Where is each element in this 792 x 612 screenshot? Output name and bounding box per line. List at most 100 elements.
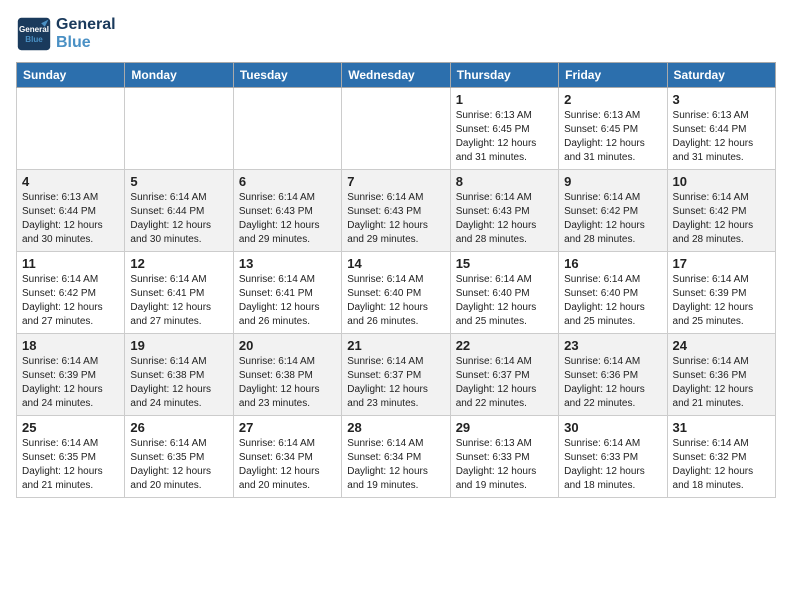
calendar-cell: 14 Sunrise: 6:14 AM Sunset: 6:40 PM Dayli…	[342, 252, 450, 334]
day-number: 28	[347, 420, 444, 435]
day-info: Sunrise: 6:14 AM Sunset: 6:35 PM Dayligh…	[130, 437, 227, 493]
day-info: Sunrise: 6:14 AM Sunset: 6:36 PM Dayligh…	[673, 355, 770, 411]
logo-text: General Blue	[56, 16, 116, 52]
calendar-cell: 20 Sunrise: 6:14 AM Sunset: 6:38 PM Dayli…	[233, 334, 341, 416]
day-number: 17	[673, 256, 770, 271]
day-number: 20	[239, 338, 336, 353]
calendar-cell: 5 Sunrise: 6:14 AM Sunset: 6:44 PM Daylig…	[125, 170, 233, 252]
day-number: 30	[564, 420, 661, 435]
calendar-week-row: 4 Sunrise: 6:13 AM Sunset: 6:44 PM Daylig…	[17, 170, 776, 252]
day-number: 22	[456, 338, 553, 353]
day-info: Sunrise: 6:14 AM Sunset: 6:37 PM Dayligh…	[347, 355, 444, 411]
calendar-cell: 17 Sunrise: 6:14 AM Sunset: 6:39 PM Dayli…	[667, 252, 775, 334]
calendar-week-row: 11Sunrise: 6:14 AM Sunset: 6:42 PM Dayli…	[17, 252, 776, 334]
day-number: 21	[347, 338, 444, 353]
day-number: 10	[673, 174, 770, 189]
calendar-header-row: SundayMondayTuesdayWednesdayThursdayFrid…	[17, 63, 776, 88]
calendar-week-row: 18 Sunrise: 6:14 AM Sunset: 6:39 PM Dayli…	[17, 334, 776, 416]
weekday-header: Thursday	[450, 63, 558, 88]
calendar-cell: 30 Sunrise: 6:14 AM Sunset: 6:33 PM Dayli…	[559, 416, 667, 498]
logo-icon: General Blue	[16, 16, 52, 52]
day-number: 29	[456, 420, 553, 435]
day-number: 19	[130, 338, 227, 353]
calendar-cell: 28 Sunrise: 6:14 AM Sunset: 6:34 PM Dayli…	[342, 416, 450, 498]
calendar-cell: 1Sunrise: 6:13 AM Sunset: 6:45 PM Daylig…	[450, 88, 558, 170]
day-info: Sunrise: 6:14 AM Sunset: 6:39 PM Dayligh…	[673, 273, 770, 329]
day-info: Sunrise: 6:14 AM Sunset: 6:42 PM Dayligh…	[673, 191, 770, 247]
calendar-cell: 9Sunrise: 6:14 AM Sunset: 6:42 PM Daylig…	[559, 170, 667, 252]
day-number: 7	[347, 174, 444, 189]
calendar-week-row: 1 Sunrise: 6:13 AM Sunset: 6:45 PM Daylig…	[17, 88, 776, 170]
day-info: Sunrise: 6:14 AM Sunset: 6:33 PM Dayligh…	[564, 437, 661, 493]
day-number: 31	[673, 420, 770, 435]
calendar-cell: 8 Sunrise: 6:14 AM Sunset: 6:43 PM Daylig…	[450, 170, 558, 252]
day-info: Sunrise: 6:13 AM Sunset: 6:44 PM Dayligh…	[22, 191, 119, 247]
day-number: 11	[22, 256, 119, 271]
day-number: 27	[239, 420, 336, 435]
day-info: Sunrise: 6:14 AM Sunset: 6:40 PM Dayligh…	[564, 273, 661, 329]
day-info: Sunrise: 6:14 AM Sunset: 6:43 PM Dayligh…	[456, 191, 553, 247]
day-number: 18	[22, 338, 119, 353]
day-info: Sunrise: 6:14 AM Sunset: 6:41 PM Dayligh…	[130, 273, 227, 329]
day-info: Sunrise: 6:14 AM Sunset: 6:32 PM Dayligh…	[673, 437, 770, 493]
calendar-cell: 12 Sunrise: 6:14 AM Sunset: 6:41 PM Dayli…	[125, 252, 233, 334]
weekday-header: Sunday	[17, 63, 125, 88]
calendar-cell: 2Sunrise: 6:13 AM Sunset: 6:45 PM Daylig…	[559, 88, 667, 170]
calendar: SundayMondayTuesdayWednesdayThursdayFrid…	[16, 62, 776, 498]
day-number: 25	[22, 420, 119, 435]
weekday-header: Monday	[125, 63, 233, 88]
calendar-cell	[17, 88, 125, 170]
day-info: Sunrise: 6:14 AM Sunset: 6:36 PM Dayligh…	[564, 355, 661, 411]
day-info: Sunrise: 6:14 AM Sunset: 6:34 PM Dayligh…	[239, 437, 336, 493]
calendar-cell: 25 Sunrise: 6:14 AM Sunset: 6:35 PM Dayli…	[17, 416, 125, 498]
day-info: Sunrise: 6:14 AM Sunset: 6:39 PM Dayligh…	[22, 355, 119, 411]
calendar-cell: 7 Sunrise: 6:14 AM Sunset: 6:43 PM Daylig…	[342, 170, 450, 252]
day-info: Sunrise: 6:14 AM Sunset: 6:35 PM Dayligh…	[22, 437, 119, 493]
day-info: Sunrise: 6:14 AM Sunset: 6:40 PM Dayligh…	[347, 273, 444, 329]
day-number: 9	[564, 174, 661, 189]
calendar-cell: 27 Sunrise: 6:14 AM Sunset: 6:34 PM Dayli…	[233, 416, 341, 498]
calendar-cell: 11Sunrise: 6:14 AM Sunset: 6:42 PM Dayli…	[17, 252, 125, 334]
day-number: 23	[564, 338, 661, 353]
day-number: 1	[456, 92, 553, 107]
day-number: 16	[564, 256, 661, 271]
calendar-cell: 13Sunrise: 6:14 AM Sunset: 6:41 PM Dayli…	[233, 252, 341, 334]
day-info: Sunrise: 6:14 AM Sunset: 6:38 PM Dayligh…	[130, 355, 227, 411]
calendar-cell: 19 Sunrise: 6:14 AM Sunset: 6:38 PM Dayli…	[125, 334, 233, 416]
day-number: 5	[130, 174, 227, 189]
calendar-cell	[342, 88, 450, 170]
day-info: Sunrise: 6:14 AM Sunset: 6:34 PM Dayligh…	[347, 437, 444, 493]
weekday-header: Saturday	[667, 63, 775, 88]
day-info: Sunrise: 6:14 AM Sunset: 6:43 PM Dayligh…	[239, 191, 336, 247]
day-number: 26	[130, 420, 227, 435]
calendar-cell: 23 Sunrise: 6:14 AM Sunset: 6:36 PM Dayli…	[559, 334, 667, 416]
day-number: 6	[239, 174, 336, 189]
svg-text:Blue: Blue	[25, 35, 43, 44]
day-info: Sunrise: 6:13 AM Sunset: 6:45 PM Dayligh…	[564, 109, 661, 165]
day-info: Sunrise: 6:14 AM Sunset: 6:37 PM Dayligh…	[456, 355, 553, 411]
day-number: 8	[456, 174, 553, 189]
calendar-cell: 21 Sunrise: 6:14 AM Sunset: 6:37 PM Dayli…	[342, 334, 450, 416]
day-info: Sunrise: 6:14 AM Sunset: 6:41 PM Dayligh…	[239, 273, 336, 329]
day-number: 4	[22, 174, 119, 189]
calendar-cell: 22 Sunrise: 6:14 AM Sunset: 6:37 PM Dayli…	[450, 334, 558, 416]
day-info: Sunrise: 6:13 AM Sunset: 6:33 PM Dayligh…	[456, 437, 553, 493]
day-number: 14	[347, 256, 444, 271]
calendar-cell: 10 Sunrise: 6:14 AM Sunset: 6:42 PM Dayli…	[667, 170, 775, 252]
calendar-cell: 26 Sunrise: 6:14 AM Sunset: 6:35 PM Dayli…	[125, 416, 233, 498]
day-number: 12	[130, 256, 227, 271]
calendar-cell: 15Sunrise: 6:14 AM Sunset: 6:40 PM Dayli…	[450, 252, 558, 334]
svg-text:General: General	[19, 25, 49, 34]
day-number: 24	[673, 338, 770, 353]
day-info: Sunrise: 6:14 AM Sunset: 6:44 PM Dayligh…	[130, 191, 227, 247]
calendar-cell: 24 Sunrise: 6:14 AM Sunset: 6:36 PM Dayli…	[667, 334, 775, 416]
weekday-header: Wednesday	[342, 63, 450, 88]
day-info: Sunrise: 6:14 AM Sunset: 6:43 PM Dayligh…	[347, 191, 444, 247]
day-number: 3	[673, 92, 770, 107]
calendar-cell: 31 Sunrise: 6:14 AM Sunset: 6:32 PM Dayli…	[667, 416, 775, 498]
day-info: Sunrise: 6:14 AM Sunset: 6:38 PM Dayligh…	[239, 355, 336, 411]
calendar-cell: 16 Sunrise: 6:14 AM Sunset: 6:40 PM Dayli…	[559, 252, 667, 334]
calendar-cell: 4 Sunrise: 6:13 AM Sunset: 6:44 PM Daylig…	[17, 170, 125, 252]
page-header: General Blue General Blue	[16, 16, 776, 52]
calendar-cell: 3Sunrise: 6:13 AM Sunset: 6:44 PM Daylig…	[667, 88, 775, 170]
